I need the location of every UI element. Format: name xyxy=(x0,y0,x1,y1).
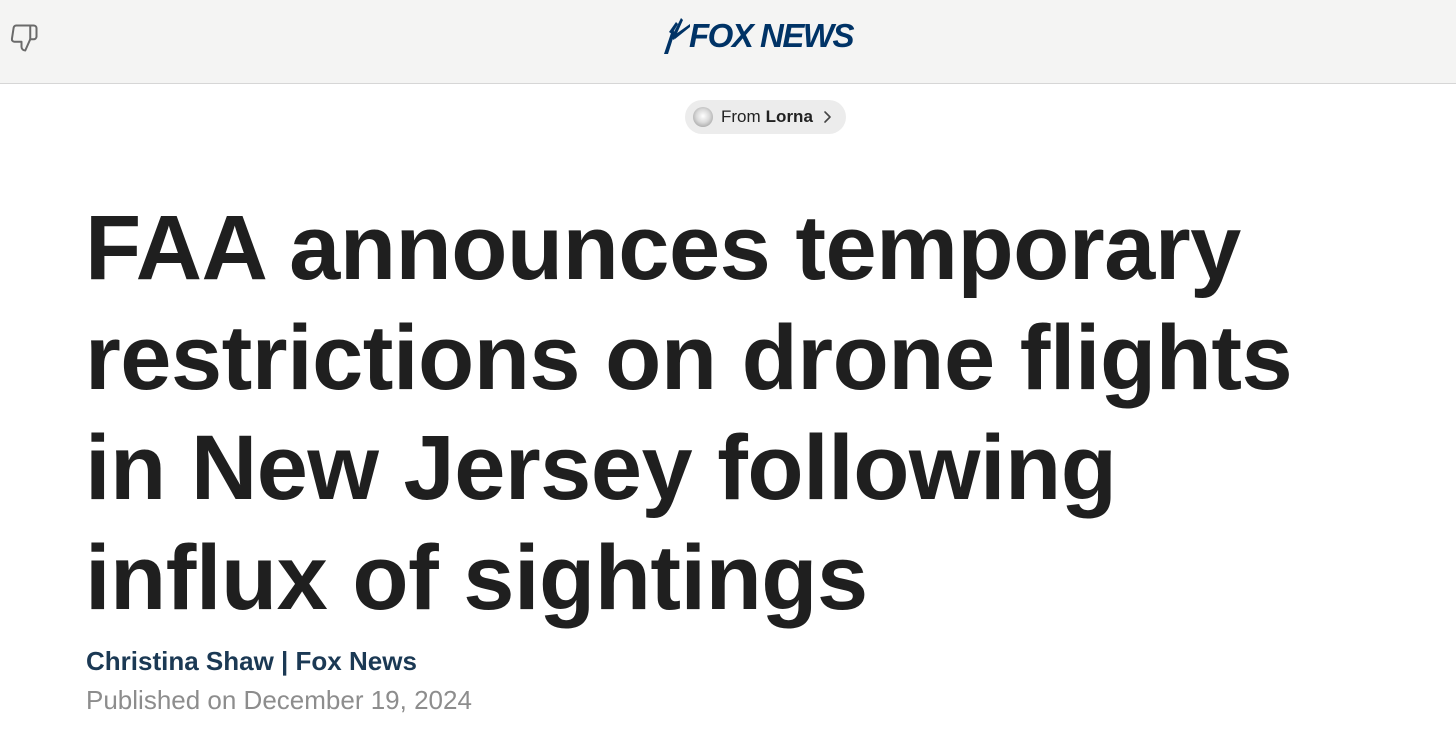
fox-news-logo[interactable]: FOX NEWS xyxy=(662,16,855,56)
source-avatar xyxy=(693,107,713,127)
top-bar: FOX NEWS xyxy=(0,0,1456,84)
thumbs-down-icon xyxy=(10,24,38,52)
dislike-button[interactable] xyxy=(6,20,42,56)
article-byline[interactable]: Christina Shaw | Fox News xyxy=(86,645,417,677)
headline-line: in New Jersey following xyxy=(85,417,1117,519)
source-prefix: From xyxy=(721,107,761,126)
headline-line: FAA announces temporary xyxy=(85,197,1241,299)
source-name: Lorna xyxy=(765,107,813,126)
chevron-right-icon xyxy=(824,111,831,123)
article-headline: FAA announces temporary restrictions on … xyxy=(85,193,1405,633)
headline-line: restrictions on drone flights xyxy=(85,307,1293,409)
headline-line: influx of sightings xyxy=(85,527,868,629)
source-pill[interactable]: From Lorna xyxy=(685,100,846,134)
brand-name: FOX NEWS xyxy=(689,17,855,54)
searchlight-logo-icon xyxy=(664,18,690,54)
publish-date: Published on December 19, 2024 xyxy=(86,685,472,715)
